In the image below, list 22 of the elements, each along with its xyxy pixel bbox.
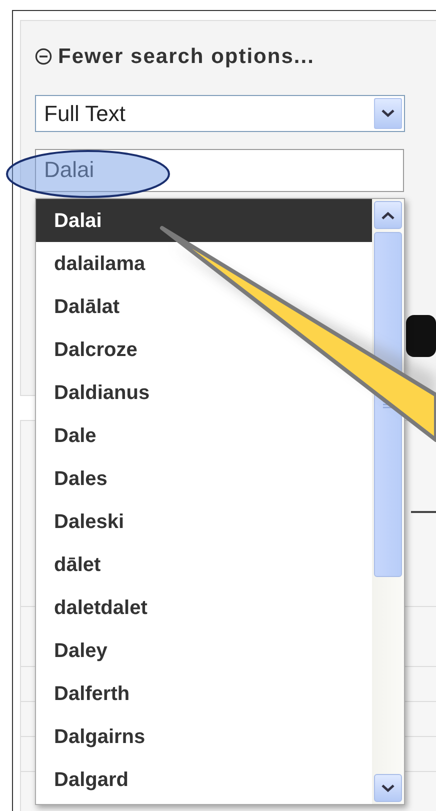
scrollbar[interactable] <box>372 199 404 804</box>
suggestion-item[interactable]: Dalferth <box>36 672 372 715</box>
suggestion-item[interactable]: Dalgard <box>36 758 372 801</box>
suggestion-item[interactable]: Daleski <box>36 500 372 543</box>
suggestion-item[interactable]: Dalālat <box>36 285 372 328</box>
suggestion-item[interactable]: daletdalet <box>36 586 372 629</box>
suggestion-item[interactable]: Dale <box>36 414 372 457</box>
scroll-up-icon[interactable] <box>381 210 395 220</box>
suggestion-item[interactable]: dalailama <box>36 242 372 285</box>
suggestion-item[interactable]: Dalai <box>36 199 372 242</box>
field-type-select[interactable]: Full Text <box>35 94 405 132</box>
suggestion-item[interactable]: dālet <box>36 543 372 586</box>
suggestion-item[interactable]: Daley <box>36 629 372 672</box>
suggestion-item[interactable]: Dalgairns <box>36 715 372 758</box>
suggestion-item[interactable]: Dales <box>36 457 372 500</box>
collapse-icon[interactable] <box>35 48 52 66</box>
scroll-down-icon[interactable] <box>381 784 395 792</box>
suggestion-item[interactable]: Daldianus <box>36 371 372 414</box>
dark-button[interactable] <box>406 315 436 357</box>
search-input[interactable]: Dalai <box>35 148 404 192</box>
search-options-toggle[interactable]: Fewer search options... <box>58 41 314 72</box>
caret-icon <box>381 108 395 118</box>
